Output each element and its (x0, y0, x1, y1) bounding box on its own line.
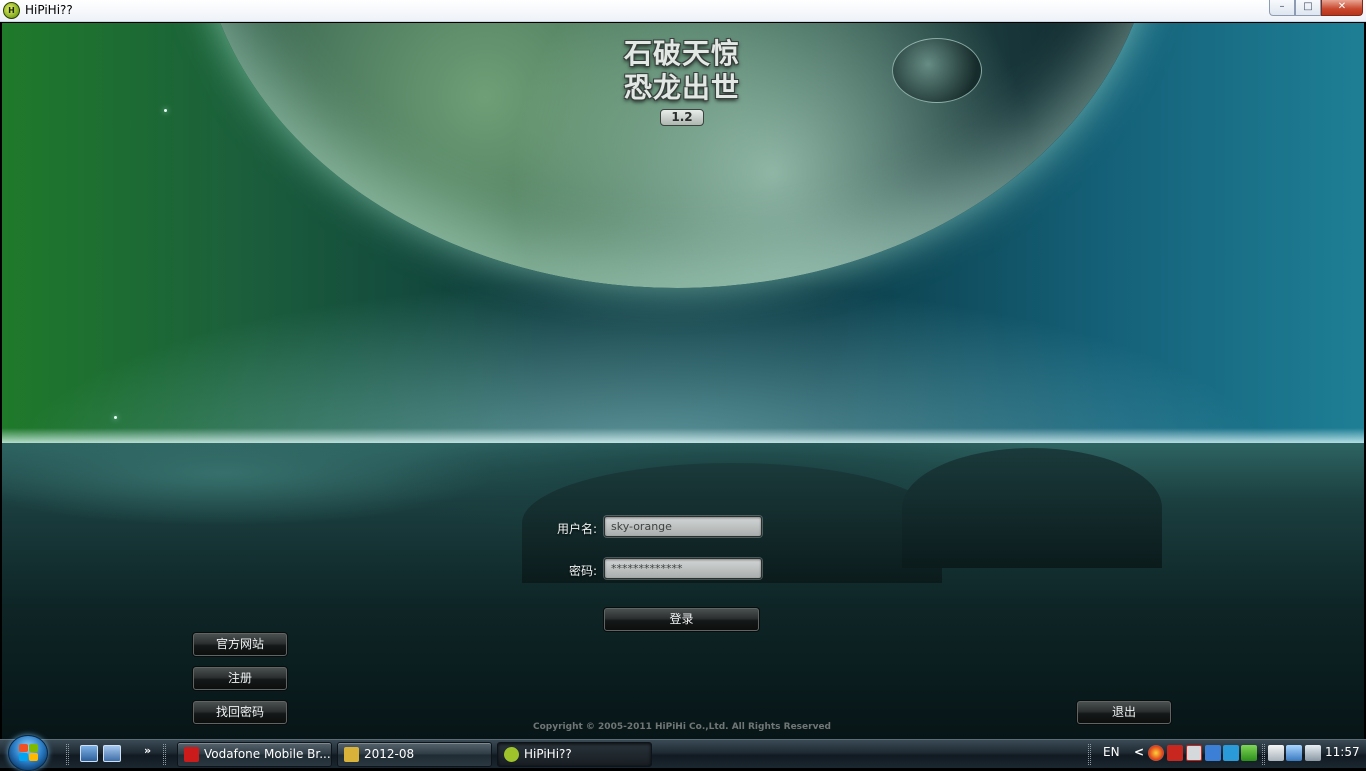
game-logo: 石破天惊 恐龙出世 (562, 37, 802, 105)
recover-password-button[interactable]: 找回密码 (193, 701, 287, 724)
tray-app-icon[interactable] (1148, 745, 1164, 761)
username-label: 用户名: (556, 522, 597, 536)
maximize-button[interactable]: □ (1295, 0, 1321, 16)
register-button[interactable]: 注册 (193, 667, 287, 690)
taskbar-grip[interactable] (163, 744, 166, 765)
tray-bluetooth-icon[interactable] (1223, 745, 1239, 761)
clock[interactable]: 11:57 (1325, 745, 1360, 759)
password-label: 密码: (568, 564, 597, 578)
minimize-button[interactable]: – (1269, 0, 1295, 16)
tray-security-icon[interactable] (1167, 745, 1183, 761)
taskbar-grip[interactable] (1088, 744, 1091, 765)
moon-illustration (892, 38, 982, 103)
close-button[interactable]: ✕ (1321, 0, 1363, 16)
folder-icon (344, 747, 359, 762)
logo-line-1: 石破天惊 (623, 37, 740, 70)
network-icon[interactable] (1286, 745, 1302, 761)
mountain-ridge (902, 448, 1162, 568)
volume-icon[interactable] (1305, 745, 1321, 761)
logo-line-2: 恐龙出世 (623, 71, 740, 104)
quicklaunch-overflow-icon[interactable]: » (144, 744, 151, 757)
official-site-button[interactable]: 官方网站 (193, 633, 287, 656)
language-indicator[interactable]: EN (1103, 745, 1120, 759)
window-title: HiPiHi?? (25, 3, 73, 17)
version-badge: 1.2 (660, 109, 704, 126)
vodafone-icon (184, 747, 199, 762)
exit-button[interactable]: 退出 (1077, 701, 1171, 724)
star-decoration (114, 416, 117, 419)
taskbar-item-vodafone[interactable]: Vodafone Mobile Br... (177, 742, 332, 767)
windows-flag-icon (19, 744, 39, 762)
star-decoration (164, 109, 167, 112)
password-input[interactable] (604, 558, 762, 579)
taskbar-item-hipihi[interactable]: HiPiHi?? (497, 742, 652, 767)
show-hidden-icons-button[interactable]: < (1134, 745, 1144, 759)
tray-network-warning-icon[interactable] (1186, 745, 1202, 761)
taskbar-item-label: Vodafone Mobile Br... (204, 747, 331, 761)
tray-check-icon[interactable] (1241, 745, 1257, 761)
login-button[interactable]: 登录 (604, 608, 759, 631)
switch-windows-icon[interactable] (103, 745, 121, 762)
copyright-text: Copyright © 2005-2011 HiPiHi Co.,Ltd. Al… (533, 722, 831, 732)
window-titlebar[interactable]: H HiPiHi?? – □ ✕ (0, 0, 1366, 22)
taskbar-grip[interactable] (1262, 744, 1265, 765)
hipihi-app-icon: H (3, 2, 20, 19)
taskbar-item-label: HiPiHi?? (524, 747, 572, 761)
window-controls: – □ ✕ (1269, 0, 1363, 16)
tray-display-icon[interactable] (1205, 745, 1221, 761)
taskbar-grip[interactable] (66, 744, 69, 765)
battery-icon[interactable] (1268, 745, 1284, 761)
taskbar-item-label: 2012-08 (364, 747, 415, 761)
taskbar-item-folder[interactable]: 2012-08 (337, 742, 492, 767)
taskbar: » Vodafone Mobile Br... 2012-08 HiPiHi??… (0, 735, 1366, 771)
show-desktop-icon[interactable] (80, 745, 98, 762)
game-login-screen: 石破天惊 恐龙出世 1.2 用户名: 密码: 登录 官方网站 注册 找回密码 退… (2, 23, 1364, 739)
hipihi-icon (504, 747, 519, 762)
username-input[interactable] (604, 516, 762, 537)
start-button[interactable] (8, 735, 48, 771)
